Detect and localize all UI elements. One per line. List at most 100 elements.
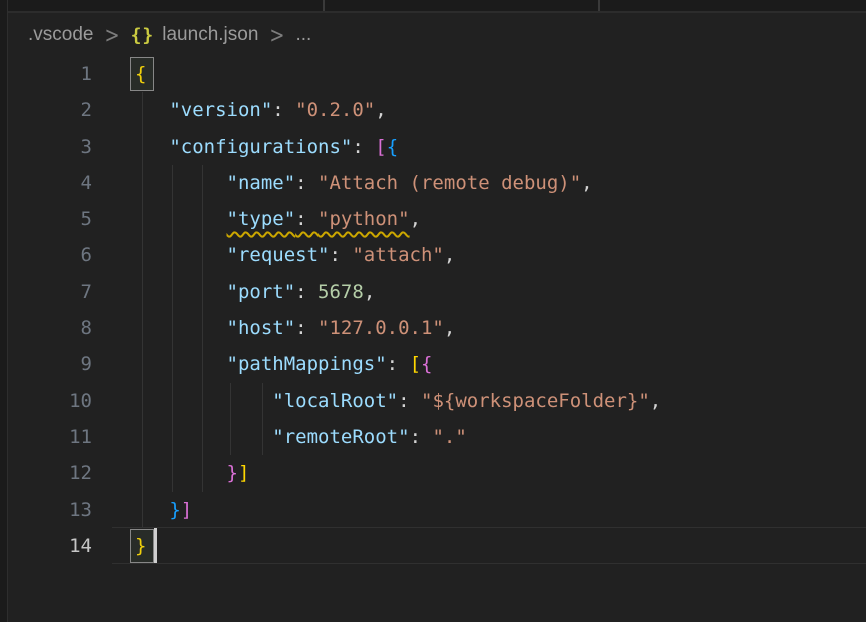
- code-token: :: [410, 426, 433, 448]
- breadcrumb-symbol-ellipsis[interactable]: ...: [295, 24, 311, 46]
- code-line-row[interactable]: 14}: [0, 528, 866, 564]
- code-token: ,: [650, 390, 661, 412]
- code-line[interactable]: "port": 5678,: [135, 274, 375, 310]
- line-number[interactable]: 1: [0, 56, 92, 92]
- code-token: ,: [444, 317, 455, 339]
- code-token: ,: [375, 99, 386, 121]
- tab-separator: [598, 0, 600, 11]
- code-token: :: [295, 172, 318, 194]
- chevron-right-icon: >: [269, 22, 284, 48]
- code-token: [135, 317, 227, 339]
- line-number[interactable]: 7: [0, 274, 92, 310]
- code-line-row[interactable]: 11 "remoteRoot": ".": [0, 419, 866, 455]
- code-token: [135, 499, 169, 521]
- code-token: ,: [410, 208, 421, 230]
- line-number[interactable]: 2: [0, 92, 92, 128]
- code-token: 5678: [318, 281, 364, 303]
- code-token: :: [329, 244, 352, 266]
- code-line-row[interactable]: 10 "localRoot": "${workspaceFolder}",: [0, 383, 866, 419]
- code-token: :: [295, 281, 318, 303]
- warning-squiggle-token: "python": [318, 208, 410, 230]
- code-token: :: [387, 353, 410, 375]
- code-token: "attach": [352, 244, 444, 266]
- code-token: [135, 172, 227, 194]
- code-line[interactable]: "name": "Attach (remote debug)",: [135, 165, 593, 201]
- code-token: [135, 208, 227, 230]
- code-line[interactable]: "version": "0.2.0",: [135, 92, 387, 128]
- chevron-right-icon: >: [104, 22, 119, 48]
- warning-squiggle-token: "type": [227, 208, 296, 230]
- code-token: "request": [227, 244, 330, 266]
- code-token: [135, 353, 227, 375]
- code-token: "version": [169, 99, 272, 121]
- code-token: "${workspaceFolder}": [421, 390, 650, 412]
- code-line-row[interactable]: 12 }]: [0, 455, 866, 491]
- code-line-row[interactable]: 1{: [0, 56, 866, 92]
- code-line-row[interactable]: 6 "request": "attach",: [0, 237, 866, 273]
- code-line[interactable]: "pathMappings": [{: [135, 346, 432, 382]
- code-line[interactable]: "type": "python",: [135, 201, 421, 237]
- warning-squiggle-token: :: [295, 208, 318, 230]
- code-token: "pathMappings": [227, 353, 387, 375]
- code-line-row[interactable]: 8 "host": "127.0.0.1",: [0, 310, 866, 346]
- line-number[interactable]: 12: [0, 455, 92, 491]
- bracket-match: }: [135, 535, 146, 557]
- code-token: :: [272, 99, 295, 121]
- line-number[interactable]: 11: [0, 419, 92, 455]
- code-line-row[interactable]: 2 "version": "0.2.0",: [0, 92, 866, 128]
- line-number[interactable]: 6: [0, 237, 92, 273]
- code-line-row[interactable]: 4 "name": "Attach (remote debug)",: [0, 165, 866, 201]
- code-token: "configurations": [169, 136, 352, 158]
- code-token: {: [387, 136, 398, 158]
- code-token: ".": [432, 426, 466, 448]
- code-line[interactable]: "localRoot": "${workspaceFolder}",: [135, 383, 661, 419]
- line-number[interactable]: 4: [0, 165, 92, 201]
- code-token: "Attach (remote debug)": [318, 172, 581, 194]
- code-line-row[interactable]: 9 "pathMappings": [{: [0, 346, 866, 382]
- code-line[interactable]: "request": "attach",: [135, 237, 455, 273]
- code-line-row[interactable]: 3 "configurations": [{: [0, 129, 866, 165]
- code-token: "0.2.0": [295, 99, 375, 121]
- code-token: [135, 281, 227, 303]
- code-token: }: [169, 499, 180, 521]
- code-token: :: [398, 390, 421, 412]
- code-token: ]: [238, 462, 249, 484]
- code-editor[interactable]: 1{2 "version": "0.2.0",3 "configurations…: [0, 56, 866, 564]
- breadcrumb-folder[interactable]: .vscode: [28, 24, 93, 46]
- line-number[interactable]: 10: [0, 383, 92, 419]
- line-number[interactable]: 13: [0, 492, 92, 528]
- code-line-row[interactable]: 7 "port": 5678,: [0, 274, 866, 310]
- code-token: "port": [227, 281, 296, 303]
- code-line[interactable]: }]: [135, 492, 192, 528]
- json-file-icon: {}: [131, 25, 155, 46]
- code-token: [135, 462, 227, 484]
- code-line[interactable]: "configurations": [{: [135, 129, 398, 165]
- tab-separator: [323, 0, 325, 11]
- code-token: "name": [227, 172, 296, 194]
- code-line-row[interactable]: 5 "type": "python",: [0, 201, 866, 237]
- code-token: ]: [181, 499, 192, 521]
- code-line[interactable]: "remoteRoot": ".": [135, 419, 467, 455]
- code-token: "localRoot": [272, 390, 398, 412]
- code-token: :: [352, 136, 375, 158]
- code-line[interactable]: }: [135, 528, 146, 564]
- line-number[interactable]: 9: [0, 346, 92, 382]
- code-line[interactable]: {: [135, 56, 146, 92]
- code-token: [: [375, 136, 386, 158]
- code-line-row[interactable]: 13 }]: [0, 492, 866, 528]
- line-number[interactable]: 5: [0, 201, 92, 237]
- code-token: }: [227, 462, 238, 484]
- code-token: {: [421, 353, 432, 375]
- line-number[interactable]: 14: [0, 528, 92, 564]
- tab-bar-edge: [0, 0, 866, 13]
- line-number[interactable]: 8: [0, 310, 92, 346]
- code-token: [135, 99, 169, 121]
- code-token: ,: [364, 281, 375, 303]
- breadcrumb-file[interactable]: {} launch.json: [131, 24, 259, 46]
- code-token: ,: [581, 172, 592, 194]
- code-token: :: [295, 317, 318, 339]
- code-line[interactable]: "host": "127.0.0.1",: [135, 310, 455, 346]
- code-token: "host": [227, 317, 296, 339]
- line-number[interactable]: 3: [0, 129, 92, 165]
- code-line[interactable]: }]: [135, 455, 249, 491]
